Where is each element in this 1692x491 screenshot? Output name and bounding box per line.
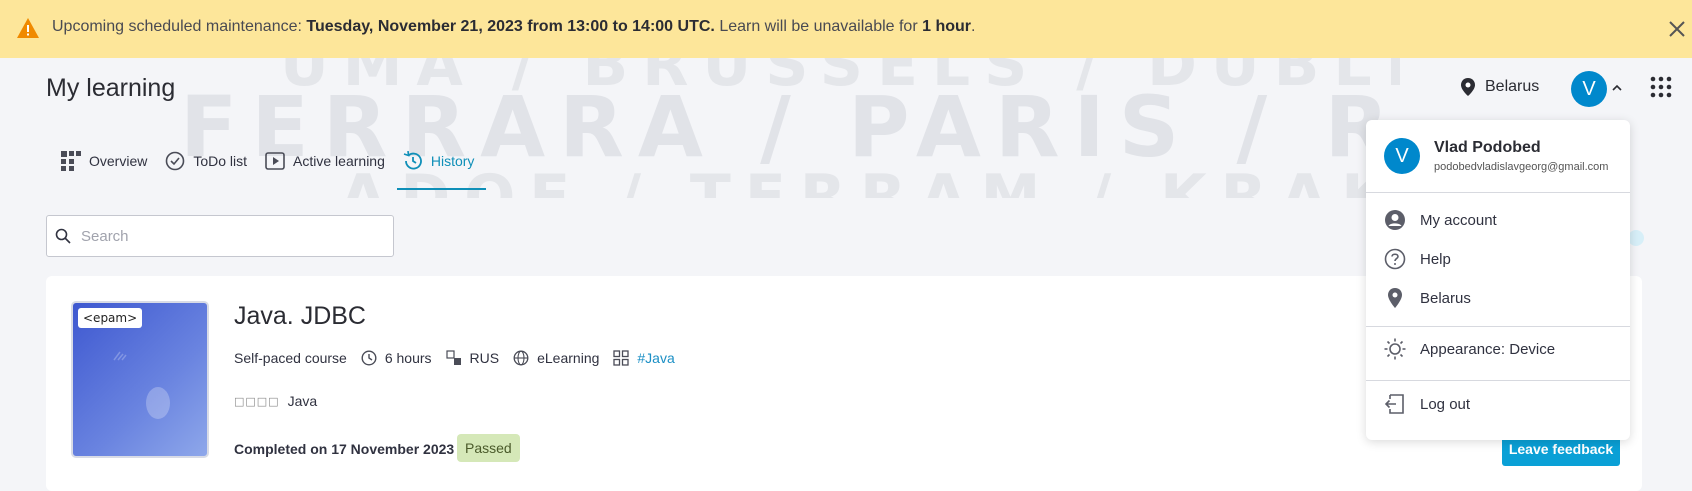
- banner-middle: Learn will be unavailable for: [719, 18, 918, 35]
- completion-date: Completed on 17 November 2023: [234, 441, 455, 457]
- user-avatar[interactable]: V: [1571, 71, 1607, 107]
- filter-toggle[interactable]: [1628, 230, 1644, 246]
- course-type: Self-paced course: [234, 350, 347, 366]
- menu-item-log-out[interactable]: Log out: [1384, 393, 1614, 415]
- tab-label: ToDo list: [193, 153, 248, 169]
- user-email: podobedvladislavgeorg@gmail.com: [1434, 161, 1609, 173]
- user-menu-avatar: V: [1384, 138, 1420, 174]
- course-skill: □□□□ Java: [234, 393, 317, 409]
- menu-item-help[interactable]: Help: [1384, 248, 1614, 270]
- banner-date: Tuesday, November 21, 2023 from 13:00 to…: [306, 18, 715, 35]
- course-thumbnail[interactable]: <epam>: [71, 301, 209, 458]
- menu-item-label: Log out: [1420, 395, 1471, 413]
- user-menu: V Vlad Podobed podobedvladislavgeorg@gma…: [1366, 120, 1630, 440]
- account-icon: [1385, 210, 1405, 230]
- format-label: eLearning: [537, 350, 600, 366]
- skill-label: Java: [287, 393, 318, 409]
- chevron-up-icon[interactable]: [1611, 83, 1623, 93]
- menu-item-appearance[interactable]: Appearance: Device: [1384, 338, 1614, 360]
- course-type-label: Self-paced course: [234, 350, 347, 366]
- play-icon: [265, 152, 285, 170]
- banner-prefix: Upcoming scheduled maintenance:: [52, 18, 302, 35]
- menu-item-label: Help: [1420, 250, 1451, 268]
- location-selector[interactable]: Belarus: [1461, 78, 1539, 96]
- watermark-row: ADOE / TERRAM / KRAKOW / TO: [340, 162, 1400, 198]
- course-language: RUS: [445, 350, 500, 366]
- warning-icon: [17, 18, 39, 38]
- help-icon: [1384, 248, 1406, 270]
- skill-placeholder-glyphs: □□□□: [234, 394, 280, 408]
- search-input[interactable]: [81, 227, 381, 245]
- menu-item-label: Belarus: [1420, 289, 1471, 307]
- divider: [1366, 192, 1630, 193]
- tab-todo-list[interactable]: ToDo list: [159, 148, 259, 190]
- menu-item-my-account[interactable]: My account: [1384, 209, 1614, 231]
- translate-icon: [445, 350, 461, 365]
- tab-overview[interactable]: Overview: [55, 148, 159, 190]
- user-info: V Vlad Podobed podobedvladislavgeorg@gma…: [1384, 138, 1608, 174]
- course-meta: Self-paced course 6 hours RUS eLearning: [234, 350, 689, 366]
- duration-label: 6 hours: [384, 350, 432, 366]
- watermark-row: UMA / BRUSSELS / DUBLIN / POTSDAM: [280, 58, 1400, 100]
- maintenance-banner: Upcoming scheduled maintenance: Tuesday,…: [0, 0, 1692, 58]
- tab-label: History: [430, 153, 475, 169]
- sun-icon: [1384, 338, 1406, 360]
- search-box: [46, 215, 394, 257]
- tag-link[interactable]: #Java: [637, 350, 674, 366]
- decoration-icon: [146, 387, 170, 419]
- menu-item-label: My account: [1420, 211, 1497, 229]
- location-pin-icon: [1461, 78, 1475, 96]
- apps-grid-icon[interactable]: [1650, 75, 1672, 99]
- language-label: RUS: [469, 350, 500, 366]
- decoration-icon: [113, 351, 127, 361]
- learning-tabs: Overview ToDo list Active learning Histo…: [55, 148, 487, 190]
- banner-suffix: .: [971, 18, 976, 35]
- course-duration: 6 hours: [361, 350, 432, 366]
- category-icon: [613, 350, 630, 366]
- banner-message: Upcoming scheduled maintenance: Tuesday,…: [52, 18, 975, 36]
- search-icon: [55, 228, 71, 244]
- log-out-icon: [1384, 394, 1404, 414]
- tab-active-learning[interactable]: Active learning: [259, 148, 397, 190]
- status-badge: Passed: [457, 434, 520, 462]
- banner-duration: 1 hour: [922, 18, 971, 35]
- divider: [1366, 326, 1630, 327]
- course-format: eLearning: [513, 350, 599, 366]
- course-title[interactable]: Java. JDBC: [234, 302, 366, 331]
- close-icon[interactable]: [1668, 20, 1686, 38]
- history-icon: [403, 151, 422, 170]
- tab-label: Active learning: [293, 153, 385, 169]
- tab-history[interactable]: History: [396, 148, 487, 190]
- tab-label: Overview: [89, 153, 148, 169]
- divider: [1366, 380, 1630, 381]
- menu-item-label: Appearance: Device: [1420, 340, 1556, 358]
- globe-icon: [513, 350, 529, 366]
- menu-item-location[interactable]: Belarus: [1384, 287, 1614, 309]
- location-label: Belarus: [1485, 78, 1540, 95]
- page-title: My learning: [46, 74, 176, 102]
- check-circle-icon: [166, 151, 185, 171]
- grid-icon: [61, 151, 81, 171]
- user-name: Vlad Podobed: [1434, 139, 1541, 156]
- location-pin-icon: [1388, 288, 1402, 308]
- epam-logo: <epam>: [78, 308, 143, 328]
- course-tag: #Java: [613, 350, 675, 366]
- clock-icon: [361, 350, 377, 366]
